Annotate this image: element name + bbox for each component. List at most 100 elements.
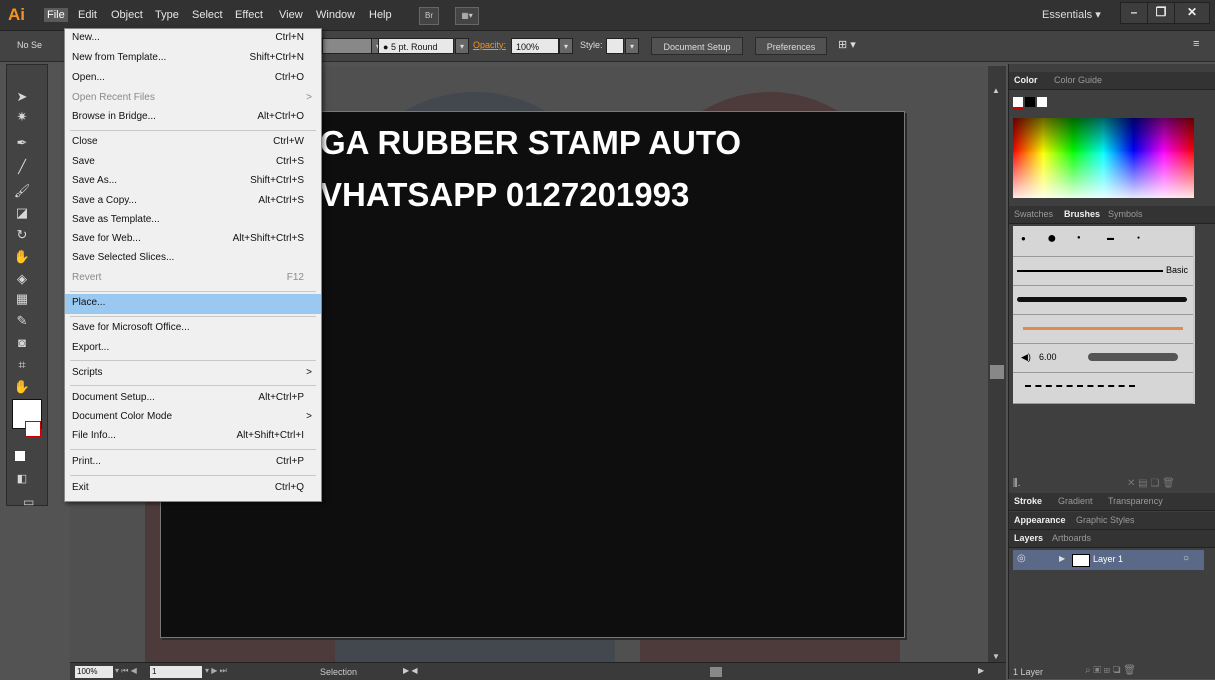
shape-builder-tool-icon[interactable]: ◈ (11, 271, 33, 287)
brush-definition-dropdown[interactable]: ● 5 pt. Round (378, 38, 454, 54)
menu-item-place[interactable]: Place... (65, 294, 321, 314)
menu-item-exit[interactable]: Exit Ctrl+Q (65, 479, 321, 499)
minimize-button[interactable]: – (1120, 2, 1148, 24)
menu-item-save[interactable]: Save Ctrl+S (65, 153, 321, 173)
restore-button[interactable]: ❐ (1147, 2, 1175, 24)
horizontal-scroll-thumb[interactable] (710, 667, 722, 677)
menu-item-document-color-mode[interactable]: Document Color Mode > (65, 408, 321, 428)
scroll-down-icon[interactable]: ▼ (992, 652, 1000, 661)
menu-help[interactable]: Help (366, 8, 395, 22)
arrange-icon[interactable]: ⊞ ▾ (838, 38, 856, 51)
hand-tool-icon[interactable]: ✋ (11, 379, 33, 395)
style-dropdown[interactable]: ▾ (625, 38, 639, 54)
pen-tool-icon[interactable]: ✒ (11, 135, 33, 151)
menu-item-document-setup[interactable]: Document Setup... Alt+Ctrl+P (65, 389, 321, 409)
opacity-dropdown[interactable]: ▾ (559, 38, 573, 54)
menu-item-export[interactable]: Export... (65, 339, 321, 359)
brush-row-arrow[interactable] (1013, 315, 1193, 344)
menu-item-save-a-copy[interactable]: Save a Copy... Alt+Ctrl+S (65, 192, 321, 212)
eraser-tool-icon[interactable]: ◪ (11, 205, 33, 221)
brush-options-icon[interactable]: ✕ ▤ ❏ 🗑 (1127, 478, 1175, 489)
magic-wand-tool-icon[interactable]: ✷ (11, 109, 33, 125)
brush-row-bristle[interactable]: ◀) 6.00 (1013, 344, 1193, 373)
stroke-weight-field[interactable] (322, 38, 372, 54)
menu-file[interactable]: File (44, 8, 68, 22)
scroll-up-icon[interactable]: ▲ (992, 86, 1000, 95)
menu-view[interactable]: View (276, 8, 306, 22)
graphic-style-swatch[interactable] (606, 38, 624, 54)
vertical-scroll-thumb[interactable] (990, 365, 1004, 379)
visibility-eye-icon[interactable]: ◎ (1017, 553, 1026, 564)
selection-tool-icon[interactable]: ➤ (11, 89, 33, 105)
tab-stroke[interactable]: Stroke (1009, 493, 1047, 510)
scroll-right-icon[interactable]: ▶ (978, 666, 984, 675)
line-tool-icon[interactable]: ╱ (11, 159, 33, 175)
workspace-switcher[interactable]: Essentials ▾ (1042, 8, 1101, 21)
artboard-number-field[interactable]: 1 (150, 666, 202, 678)
mesh-tool-icon[interactable]: ▦ (11, 291, 33, 307)
menu-type[interactable]: Type (152, 8, 182, 22)
arrange-documents-icon[interactable]: ▦▾ (455, 7, 479, 25)
menu-item-open-recent-files[interactable]: Open Recent Files > (65, 89, 321, 109)
target-circle-icon[interactable]: ○ (1183, 553, 1189, 564)
menu-item-scripts[interactable]: Scripts > (65, 364, 321, 384)
zoom-dropdown-icon[interactable]: ▾ ⏮ ◀ (115, 666, 137, 676)
menu-item-browse-in-bridge[interactable]: Browse in Bridge... Alt+Ctrl+O (65, 108, 321, 128)
tab-transparency[interactable]: Transparency (1103, 493, 1168, 510)
tab-layers[interactable]: Layers (1009, 530, 1048, 547)
layer-name[interactable]: Layer 1 (1093, 554, 1123, 564)
layer-actions-icon[interactable]: ⌕ ▣ ⊞ ❏ 🗑 (1085, 665, 1136, 676)
menu-item-save-selected-slices[interactable]: Save Selected Slices... (65, 249, 321, 269)
color-mode-icon[interactable] (15, 451, 25, 461)
warp-tool-icon[interactable]: ✋ (11, 249, 33, 265)
panel-menu-icon[interactable]: ≡ (1193, 38, 1199, 50)
menu-edit[interactable]: Edit (75, 8, 100, 22)
tab-appearance[interactable]: Appearance (1009, 512, 1071, 529)
preferences-button[interactable]: Preferences (755, 37, 827, 55)
black-swatch[interactable] (1025, 97, 1035, 107)
rotate-tool-icon[interactable]: ↻ (11, 227, 33, 243)
tab-graphic-styles[interactable]: Graphic Styles (1071, 512, 1140, 529)
white-swatch[interactable] (1037, 97, 1047, 107)
menu-item-file-info[interactable]: File Info... Alt+Shift+Ctrl+I (65, 427, 321, 447)
menu-item-new[interactable]: New... Ctrl+N (65, 29, 321, 49)
artboard-tool-icon[interactable]: ⌗ (11, 357, 33, 373)
brush-row-calligraphic[interactable]: ● ● ● ▬ ● (1013, 226, 1193, 257)
artboard-text-line-1[interactable]: GA RUBBER STAMP AUTO (320, 124, 741, 162)
tab-symbols[interactable]: Symbols (1103, 206, 1148, 223)
screen-mode-icon[interactable]: ▭ (23, 495, 34, 509)
document-setup-button[interactable]: Document Setup (651, 37, 743, 55)
tab-gradient[interactable]: Gradient (1053, 493, 1098, 510)
menu-item-print[interactable]: Print... Ctrl+P (65, 453, 321, 473)
status-menu-icon[interactable]: ▶ ◀ (403, 666, 418, 675)
zoom-field[interactable]: 100% (75, 666, 113, 678)
tab-swatches[interactable]: Swatches (1009, 206, 1058, 223)
tab-brushes[interactable]: Brushes (1059, 206, 1105, 223)
opacity-label[interactable]: Opacity: (473, 40, 506, 50)
menu-effect[interactable]: Effect (232, 8, 266, 22)
draw-mode-icon[interactable]: ◧ (11, 471, 33, 487)
menu-item-new-from-template[interactable]: New from Template... Shift+Ctrl+N (65, 49, 321, 69)
menu-object[interactable]: Object (108, 8, 146, 22)
brush-row-charcoal[interactable] (1013, 286, 1193, 315)
menu-item-save-as-template[interactable]: Save as Template... (65, 211, 321, 231)
menu-item-open[interactable]: Open... Ctrl+O (65, 69, 321, 89)
vertical-scrollbar[interactable] (988, 66, 1006, 662)
menu-item-save-as[interactable]: Save As... Shift+Ctrl+S (65, 172, 321, 192)
eyedropper-tool-icon[interactable]: ✎ (11, 313, 33, 329)
opacity-field[interactable]: 100% (511, 38, 559, 54)
no-fill-swatch[interactable] (1013, 97, 1023, 109)
bridge-button[interactable]: Br (419, 7, 439, 25)
brush-row-pattern[interactable] (1013, 373, 1193, 404)
paintbrush-tool-icon[interactable]: 🖌 (11, 183, 33, 199)
color-spectrum[interactable] (1013, 118, 1194, 198)
expand-triangle-icon[interactable]: ▶ (1059, 554, 1065, 563)
artboard-text-line-2[interactable]: VHATSAPP 0127201993 (320, 176, 689, 214)
menu-item-save-for-web[interactable]: Save for Web... Alt+Shift+Ctrl+S (65, 230, 321, 250)
menu-item-save-for-microsoft-office[interactable]: Save for Microsoft Office... (65, 319, 321, 339)
tab-color-guide[interactable]: Color Guide (1049, 72, 1107, 89)
close-button[interactable]: ✕ (1174, 2, 1210, 24)
brush-libraries-icon[interactable]: ⫼. (1013, 478, 1020, 489)
menu-item-revert[interactable]: Revert F12 (65, 269, 321, 289)
layer-row[interactable]: ◎ ▶ Layer 1 ○ (1013, 550, 1204, 570)
